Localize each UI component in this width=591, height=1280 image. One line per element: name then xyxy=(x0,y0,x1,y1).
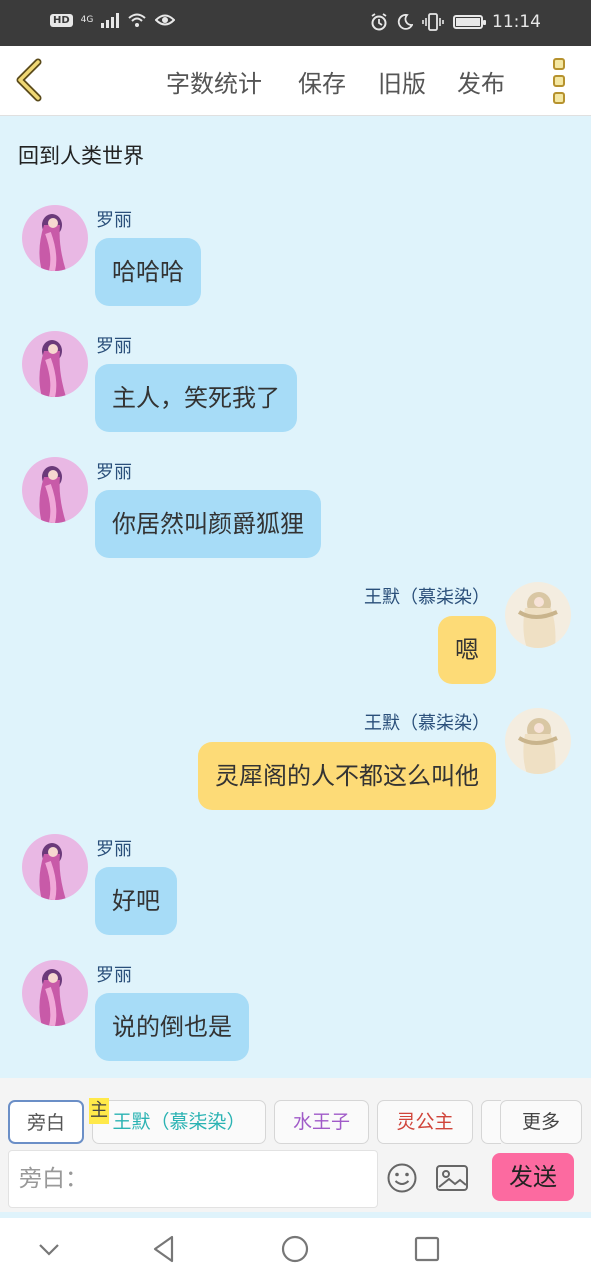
avatar-wangmo[interactable] xyxy=(505,582,571,648)
alarm-icon xyxy=(371,13,387,31)
chip-ling-princess[interactable]: 灵公主 xyxy=(377,1100,473,1144)
battery-icon xyxy=(453,15,486,29)
message-bubble[interactable]: 哈哈哈 xyxy=(95,238,201,306)
sender-name: 罗丽 xyxy=(96,839,132,860)
avatar-luoli[interactable] xyxy=(22,205,88,271)
message-bubble[interactable]: 嗯 xyxy=(438,616,496,684)
avatar-luoli[interactable] xyxy=(22,834,88,900)
eye-icon xyxy=(155,14,176,26)
signal-icon xyxy=(101,12,120,28)
message-bubble[interactable]: 你居然叫颜爵狐狸 xyxy=(95,490,321,558)
message-bubble[interactable]: 说的倒也是 xyxy=(95,993,249,1061)
clock: 11:14 xyxy=(492,12,541,32)
save-button[interactable]: 保存 xyxy=(298,64,346,99)
moon-icon xyxy=(397,14,413,30)
avatar-wangmo[interactable] xyxy=(505,708,571,774)
status-left: HD 4G xyxy=(50,12,176,28)
sender-name: 罗丽 xyxy=(96,210,132,231)
chip-partial[interactable] xyxy=(481,1100,501,1144)
composer: 发送 xyxy=(0,1150,591,1212)
main-character-tag: 主 xyxy=(89,1098,109,1124)
status-right: 11:14 xyxy=(370,12,541,32)
more-menu-icon[interactable] xyxy=(550,58,568,104)
old-version-button[interactable]: 旧版 xyxy=(378,64,426,99)
home-circle-icon[interactable] xyxy=(278,1232,312,1266)
editor-toolbar: 字数统计 保存 旧版 发布 xyxy=(0,46,591,116)
chapter-title: 回到人类世界 xyxy=(18,144,144,168)
message-bubble[interactable]: 好吧 xyxy=(95,867,177,935)
send-button[interactable]: 发送 xyxy=(492,1153,574,1201)
chip-water-prince[interactable]: 水王子 xyxy=(274,1100,369,1144)
avatar-luoli[interactable] xyxy=(22,457,88,523)
status-bar: HD 4G 11:14 xyxy=(0,0,591,46)
message-input[interactable] xyxy=(8,1150,378,1208)
emoji-icon[interactable] xyxy=(386,1162,418,1194)
sender-name: 罗丽 xyxy=(96,336,132,357)
publish-button[interactable]: 发布 xyxy=(457,64,505,99)
avatar-luoli[interactable] xyxy=(22,331,88,397)
vibrate-icon xyxy=(422,13,444,31)
wifi-icon xyxy=(128,13,147,27)
recents-square-icon[interactable] xyxy=(410,1232,444,1266)
back-triangle-icon[interactable] xyxy=(147,1232,181,1266)
sender-name: 王默（慕柒染） xyxy=(364,713,490,734)
image-icon[interactable] xyxy=(435,1162,469,1194)
message-bubble[interactable]: 灵犀阁的人不都这么叫他 xyxy=(198,742,496,810)
word-count-button[interactable]: 字数统计 xyxy=(166,64,262,99)
message-bubble[interactable]: 主人，笑死我了 xyxy=(95,364,297,432)
chip-narrator[interactable]: 旁白 xyxy=(8,1100,84,1144)
system-nav-bar xyxy=(0,1218,591,1280)
chevron-down-icon[interactable] xyxy=(32,1232,66,1266)
sender-name: 王默（慕柒染） xyxy=(364,587,490,608)
sender-name: 罗丽 xyxy=(96,462,132,483)
network-label: 4G xyxy=(80,15,94,25)
avatar-luoli[interactable] xyxy=(22,960,88,1026)
chip-wangmo[interactable]: 王默（慕柒染） xyxy=(92,1100,266,1144)
sender-name: 罗丽 xyxy=(96,965,132,986)
more-characters-button[interactable]: 更多 xyxy=(500,1100,582,1144)
back-arrow-icon[interactable] xyxy=(10,58,50,102)
hd-badge: HD xyxy=(50,13,73,27)
